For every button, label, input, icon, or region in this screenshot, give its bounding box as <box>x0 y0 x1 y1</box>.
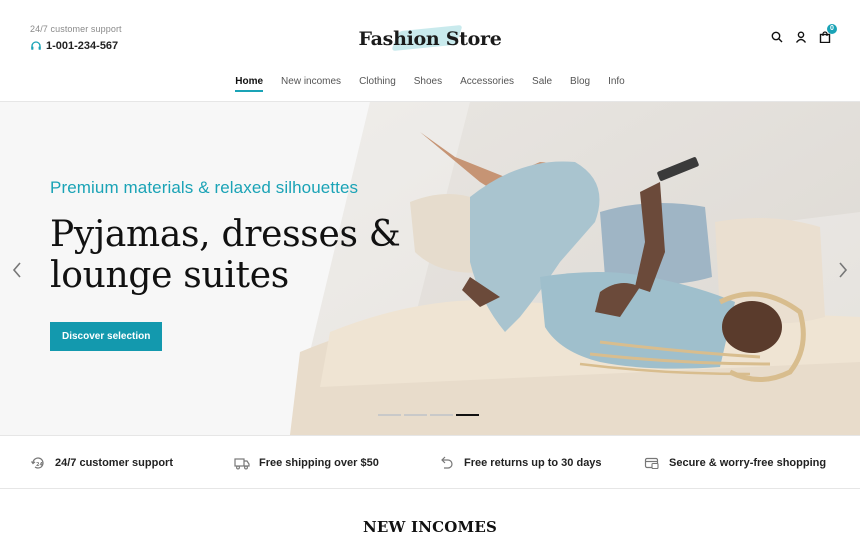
secure-card-icon <box>644 455 660 471</box>
return-icon <box>439 455 455 471</box>
slider-prev-arrow-icon[interactable] <box>10 260 24 280</box>
nav-item-shoes[interactable]: Shoes <box>405 76 451 87</box>
feature-secure-label: Secure & worry-free shopping <box>669 457 827 469</box>
slider-dot[interactable] <box>378 414 401 416</box>
features-bar: 24 24/7 customer support Free shipping o… <box>0 435 860 489</box>
slider-dot[interactable] <box>404 414 427 416</box>
logo-text: Fashion Store <box>358 28 502 50</box>
feature-secure: Secure & worry-free shopping <box>644 455 826 471</box>
nav-item-sale[interactable]: Sale <box>523 76 561 87</box>
feature-support: 24 24/7 customer support <box>30 455 173 471</box>
user-icon[interactable] <box>794 30 808 44</box>
cart-icon[interactable]: 0 <box>818 24 837 44</box>
feature-shipping: Free shipping over $50 <box>234 455 379 471</box>
site-header: 24/7 customer support 1-001-234-567 Fash… <box>0 0 860 102</box>
site-logo[interactable]: Fashion Store <box>340 22 520 56</box>
nav-item-blog[interactable]: Blog <box>561 76 599 87</box>
cart-count-badge: 0 <box>827 24 837 34</box>
truck-icon <box>234 455 250 471</box>
feature-returns: Free returns up to 30 days <box>439 455 602 471</box>
nav-item-info[interactable]: Info <box>599 76 634 87</box>
feature-returns-label: Free returns up to 30 days <box>464 457 602 469</box>
discover-selection-button[interactable]: Discover selection <box>50 322 163 351</box>
feature-shipping-label: Free shipping over $50 <box>259 457 379 469</box>
feature-support-label: 24/7 customer support <box>55 457 173 469</box>
support-24-icon: 24 <box>30 455 46 471</box>
slider-dot-active[interactable] <box>456 414 479 416</box>
nav-item-new-incomes[interactable]: New incomes <box>272 76 350 87</box>
support-label: 24/7 customer support <box>30 24 122 34</box>
support-phone-number: 1-001-234-567 <box>46 40 119 52</box>
nav-item-home[interactable]: Home <box>226 76 272 92</box>
header-actions: 0 <box>770 24 837 44</box>
new-incomes-heading: NEW INCOMES <box>362 518 497 536</box>
slider-dot[interactable] <box>430 414 453 416</box>
slider-pagination <box>378 414 479 416</box>
nav-item-clothing[interactable]: Clothing <box>350 76 405 87</box>
support-phone[interactable]: 1-001-234-567 <box>30 40 122 52</box>
search-icon[interactable] <box>770 30 784 44</box>
hero-title: Pyjamas, dresses & lounge suites <box>50 214 401 296</box>
hero-content: Premium materials & relaxed silhouettes … <box>50 178 410 351</box>
hero-subtitle: Premium materials & relaxed silhouettes <box>50 178 359 197</box>
hero-banner: Premium materials & relaxed silhouettes … <box>0 102 860 435</box>
nav-item-accessories[interactable]: Accessories <box>451 76 523 87</box>
svg-text:24: 24 <box>36 462 43 468</box>
slider-next-arrow-icon[interactable] <box>836 260 850 280</box>
headset-icon <box>30 40 42 52</box>
support-block: 24/7 customer support 1-001-234-567 <box>30 24 122 52</box>
main-nav: Home New incomes Clothing Shoes Accessor… <box>0 76 860 92</box>
